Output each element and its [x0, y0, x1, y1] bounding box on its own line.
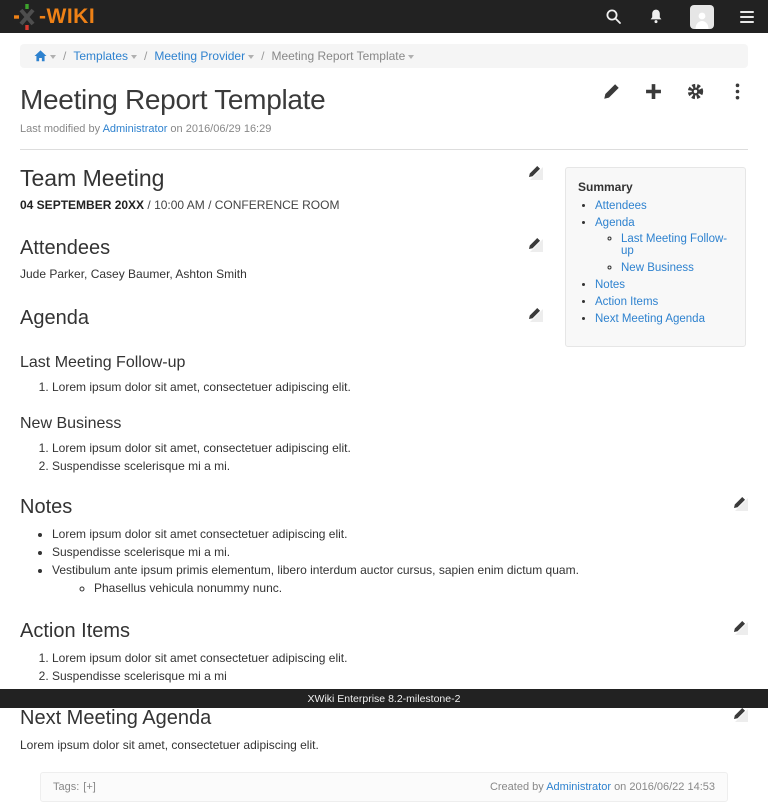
section-title: Action Items — [20, 620, 130, 643]
new-business-list: Lorem ipsum dolor sit amet, consectetuer… — [20, 441, 748, 473]
settings-gear-icon[interactable] — [684, 80, 706, 102]
toc-link-notes[interactable]: Notes — [595, 279, 625, 291]
document-footer: Tags: [+] Created by Administrator on 20… — [40, 772, 728, 802]
version-footer-bar: XWiki Enterprise 8.2-milestone-2 — [0, 689, 768, 708]
chevron-down-icon — [50, 55, 56, 59]
version-label: XWiki Enterprise 8.2-milestone-2 — [308, 693, 461, 705]
breadcrumb-home[interactable] — [34, 50, 56, 62]
breadcrumb-item-current[interactable]: Meeting Report Template — [271, 49, 414, 63]
search-icon[interactable] — [605, 8, 622, 25]
summary-title: Summary — [578, 180, 735, 194]
toc-link-attendees[interactable]: Attendees — [595, 200, 647, 212]
next-meeting-text: Lorem ipsum dolor sit amet, consectetuer… — [20, 738, 748, 752]
xwiki-logo-text: -WIKI — [39, 6, 95, 27]
hamburger-menu-icon[interactable] — [740, 11, 754, 23]
list-item: Suspendisse scelerisque mi a mi. — [52, 459, 748, 473]
section-edit-pencil-icon[interactable] — [528, 165, 543, 180]
breadcrumb-current-label: Meeting Report Template — [271, 49, 405, 63]
section-title: Attendees — [20, 237, 110, 260]
section-team-meeting: Team Meeting — [20, 165, 543, 192]
section-edit-pencil-icon[interactable] — [733, 620, 748, 635]
summary-panel: Summary Attendees Agenda Last Meeting Fo… — [565, 167, 746, 347]
notes-list: Lorem ipsum dolor sit amet consectetuer … — [20, 527, 748, 595]
meeting-details: / 10:00 AM / CONFERENCE ROOM — [144, 198, 339, 212]
breadcrumb-item-templates[interactable]: Templates — [73, 49, 137, 63]
section-title: Agenda — [20, 307, 89, 330]
list-item: Lorem ipsum dolor sit amet consectetuer … — [52, 651, 748, 665]
breadcrumb-item-meeting-provider[interactable]: Meeting Provider — [154, 49, 254, 63]
created-prefix: Created by — [490, 781, 544, 793]
xwiki-x-icon — [14, 4, 40, 30]
meeting-date: 04 SEPTEMBER 20XX — [20, 198, 144, 212]
toc-link-next-meeting[interactable]: Next Meeting Agenda — [595, 313, 705, 325]
breadcrumb-separator: / — [63, 49, 66, 63]
list-item: Vestibulum ante ipsum primis elementum, … — [52, 563, 748, 595]
breadcrumb-link[interactable]: Templates — [73, 49, 128, 63]
list-item: Lorem ipsum dolor sit amet consectetuer … — [52, 527, 748, 541]
toc-item: Next Meeting Agenda — [595, 313, 735, 325]
meeting-meta-line: 04 SEPTEMBER 20XX / 10:00 AM / CONFERENC… — [20, 198, 543, 212]
section-new-business: New Business — [20, 415, 748, 433]
created-user-link[interactable]: Administrator — [546, 781, 611, 793]
user-avatar[interactable] — [690, 5, 714, 29]
section-title: Team Meeting — [20, 165, 164, 192]
section-attendees: Attendees — [20, 237, 543, 260]
toc-item: Agenda Last Meeting Follow-up New Busine… — [595, 217, 735, 274]
toc-link-action-items[interactable]: Action Items — [595, 296, 658, 308]
notifications-bell-icon[interactable] — [648, 8, 664, 25]
toc-item: Action Items — [595, 296, 735, 308]
section-title: Next Meeting Agenda — [20, 707, 211, 730]
created-date: on 2016/06/22 14:53 — [614, 781, 715, 793]
last-modified-line: Last modified by Administrator on 2016/0… — [20, 123, 748, 135]
toc-item: New Business — [621, 262, 735, 274]
follow-up-list: Lorem ipsum dolor sit amet, consectetuer… — [20, 380, 748, 394]
content-left-column: Team Meeting 04 SEPTEMBER 20XX / 10:00 A… — [20, 165, 543, 330]
modified-prefix: Last modified by — [20, 123, 100, 135]
list-item: Suspendisse scelerisque mi a mi — [52, 669, 748, 683]
breadcrumb-separator: / — [144, 49, 147, 63]
top-navbar: -WIKI — [0, 0, 768, 33]
chevron-down-icon — [408, 55, 414, 59]
created-line: Created by Administrator on 2016/06/22 1… — [490, 781, 715, 793]
chevron-down-icon — [131, 55, 137, 59]
breadcrumb-separator: / — [261, 49, 264, 63]
section-agenda: Agenda — [20, 307, 543, 330]
more-options-kebab-icon[interactable] — [726, 80, 748, 102]
toc-link-agenda[interactable]: Agenda — [595, 217, 635, 229]
edit-button[interactable] — [600, 80, 622, 102]
section-edit-pencil-icon[interactable] — [528, 307, 543, 322]
create-button[interactable] — [642, 80, 664, 102]
toc-item: Attendees — [595, 200, 735, 212]
list-item-text: Vestibulum ante ipsum primis elementum, … — [52, 563, 579, 577]
list-item: Suspendisse scelerisque mi a mi. — [52, 545, 748, 559]
toc-item: Last Meeting Follow-up — [621, 233, 735, 257]
section-notes: Notes — [20, 496, 748, 519]
section-next-meeting-agenda: Next Meeting Agenda — [20, 707, 748, 730]
list-item: Lorem ipsum dolor sit amet, consectetuer… — [52, 380, 748, 394]
xwiki-logo[interactable]: -WIKI — [14, 4, 95, 30]
toc-item: Notes — [595, 279, 735, 291]
add-tag-button[interactable]: [+] — [83, 781, 96, 793]
section-edit-pencil-icon[interactable] — [528, 237, 543, 252]
section-last-meeting-follow-up: Last Meeting Follow-up — [20, 354, 748, 372]
list-subitem: Phasellus vehicula nonummy nunc. — [94, 581, 748, 595]
modified-user-link[interactable]: Administrator — [103, 123, 168, 135]
home-icon — [34, 50, 47, 62]
action-items-list: Lorem ipsum dolor sit amet consectetuer … — [20, 651, 748, 683]
toc-link-new-business[interactable]: New Business — [621, 262, 694, 274]
page-actions — [600, 80, 748, 102]
tags-label: Tags: — [53, 781, 79, 793]
breadcrumb: / Templates / Meeting Provider / Meeting… — [20, 44, 748, 68]
section-edit-pencil-icon[interactable] — [733, 496, 748, 511]
modified-date: on 2016/06/29 16:29 — [170, 123, 271, 135]
chevron-down-icon — [248, 55, 254, 59]
attendee-names: Jude Parker, Casey Baumer, Ashton Smith — [20, 267, 543, 281]
section-action-items: Action Items — [20, 620, 748, 643]
list-item: Lorem ipsum dolor sit amet, consectetuer… — [52, 441, 748, 455]
page-header: Meeting Report Template Last modified by… — [0, 68, 768, 135]
section-title: Notes — [20, 496, 72, 519]
toc-link-follow-up[interactable]: Last Meeting Follow-up — [621, 233, 727, 257]
section-edit-pencil-icon[interactable] — [733, 707, 748, 722]
breadcrumb-link[interactable]: Meeting Provider — [154, 49, 245, 63]
